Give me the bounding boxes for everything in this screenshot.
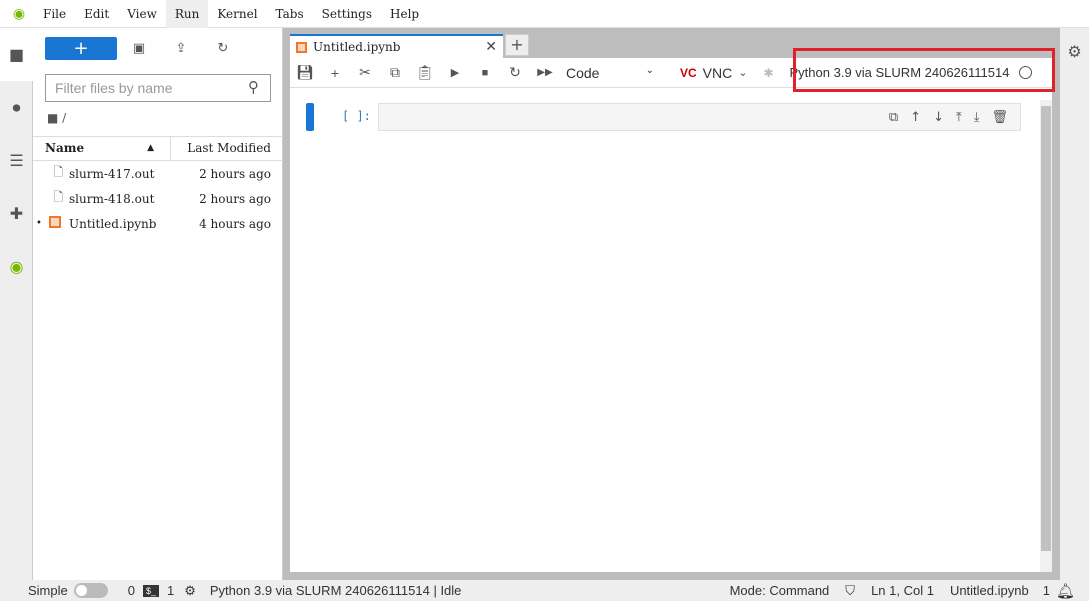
running-icon[interactable]: ⏺ bbox=[0, 81, 33, 134]
save-icon[interactable]: 💾︎ bbox=[290, 64, 320, 81]
file-icon: 🗋 bbox=[53, 165, 63, 179]
highlight-box bbox=[793, 48, 1055, 92]
paste-icon[interactable]: 📋︎ bbox=[410, 64, 440, 81]
new-launcher-button[interactable]: + bbox=[45, 37, 117, 60]
file-row[interactable]: • Untitled.ipynb 4 hours ago bbox=[33, 211, 283, 236]
chevron-down-icon: ⌄ bbox=[738, 67, 748, 79]
kernel-count[interactable]: 1 bbox=[167, 583, 174, 598]
close-icon[interactable]: ✕ bbox=[485, 39, 497, 55]
main-area: Untitled.ipynb ✕ + 💾︎ + ✂ ⧉ 📋︎ ▶ ■ ↻ ▶▶ … bbox=[283, 28, 1060, 580]
nvidia-icon[interactable]: ◉ bbox=[0, 240, 33, 293]
run-icon[interactable]: ▶ bbox=[440, 66, 470, 79]
folder-icon[interactable]: ■ bbox=[47, 111, 58, 125]
move-down-icon[interactable]: ↓ bbox=[933, 110, 944, 125]
vnc-label: VNC bbox=[702, 64, 733, 81]
file-modified: 2 hours ago bbox=[199, 166, 271, 181]
cursor-position[interactable]: Ln 1, Col 1 bbox=[871, 583, 934, 598]
vnc-button[interactable]: VC VNC ⌄ bbox=[680, 65, 747, 81]
cell-editor[interactable]: ⧉ ↑ ↓ ⤒ ⤓ 🗑︎ bbox=[378, 103, 1021, 131]
cell-type-value: Code bbox=[566, 64, 600, 81]
breadcrumb-root[interactable]: / bbox=[62, 111, 66, 125]
file-modified: 2 hours ago bbox=[199, 191, 271, 206]
file-row[interactable]: 🗋 slurm-417.out 2 hours ago bbox=[33, 161, 283, 186]
copy-icon[interactable]: ⧉ bbox=[380, 64, 410, 81]
terminal-icon: $_ bbox=[142, 584, 159, 597]
file-name: slurm-417.out bbox=[69, 166, 155, 181]
file-name: slurm-418.out bbox=[69, 191, 155, 206]
tab-title: Untitled.ipynb bbox=[313, 40, 401, 54]
menu-settings[interactable]: Settings bbox=[313, 0, 381, 28]
column-name[interactable]: Name ▲ bbox=[33, 137, 171, 160]
code-cell[interactable]: [ ]: ⧉ ↑ ↓ ⤒ ⤓ 🗑︎ bbox=[306, 103, 1021, 133]
search-icon: ⚲ bbox=[248, 78, 259, 96]
fast-forward-icon[interactable]: ▶▶ bbox=[530, 67, 560, 78]
terminal-count[interactable]: 0 bbox=[128, 583, 135, 598]
nvidia-logo-icon: ◉ bbox=[12, 5, 26, 22]
menubar: ◉ File Edit View Run Kernel Tabs Setting… bbox=[0, 0, 1089, 28]
cell-type-select[interactable]: Code ⌄ bbox=[566, 65, 654, 81]
folder-icon[interactable]: ■ bbox=[0, 28, 33, 81]
extension-icon[interactable]: ✚ bbox=[0, 187, 33, 240]
vnc-logo-icon: VC bbox=[680, 65, 697, 80]
bell-icon[interactable]: 🔔︎ bbox=[1056, 582, 1075, 600]
cut-icon[interactable]: ✂ bbox=[350, 64, 380, 81]
column-name-label: Name bbox=[45, 141, 85, 155]
menu-edit[interactable]: Edit bbox=[75, 0, 118, 28]
restart-icon[interactable]: ↻ bbox=[500, 64, 530, 81]
new-folder-icon[interactable]: ▣ bbox=[128, 38, 150, 60]
mode-indicator[interactable]: Mode: Command bbox=[730, 583, 830, 598]
duplicate-icon[interactable]: ⧉ bbox=[889, 110, 898, 125]
scrollbar-thumb[interactable] bbox=[1041, 106, 1051, 551]
file-modified: 4 hours ago bbox=[199, 216, 271, 231]
chevron-down-icon: ⌄ bbox=[645, 64, 654, 76]
cell-prompt: [ ]: bbox=[342, 109, 371, 123]
menu-file[interactable]: File bbox=[34, 0, 75, 28]
file-icon: 🗋 bbox=[53, 190, 63, 204]
notebook-icon bbox=[45, 216, 69, 231]
property-inspector-icon[interactable]: ⚙ bbox=[1060, 28, 1089, 61]
upload-icon[interactable]: ⇪ bbox=[170, 38, 192, 60]
menu-kernel[interactable]: Kernel bbox=[208, 0, 266, 28]
move-up-icon[interactable]: ↑ bbox=[910, 110, 921, 125]
file-browser: + ▣ ⇪ ↻ ⚲ ■ / Name ▲ Last Modified 🗋 slur… bbox=[33, 28, 283, 580]
trust-shield-icon: ⛉ bbox=[845, 582, 856, 598]
breadcrumb: ■ / bbox=[47, 111, 66, 125]
refresh-icon[interactable]: ↻ bbox=[212, 38, 234, 60]
menu-help[interactable]: Help bbox=[381, 0, 428, 28]
add-cell-icon[interactable]: + bbox=[320, 65, 350, 81]
debugger-icon[interactable]: ✱ bbox=[763, 66, 773, 80]
insert-above-icon[interactable]: ⤒ bbox=[956, 110, 962, 125]
notebook-icon bbox=[296, 41, 307, 53]
running-indicator: • bbox=[36, 218, 42, 229]
menu-view[interactable]: View bbox=[118, 0, 166, 28]
insert-below-icon[interactable]: ⤓ bbox=[974, 110, 980, 125]
tab-untitled-ipynb[interactable]: Untitled.ipynb ✕ bbox=[290, 34, 503, 58]
cell-active-bar bbox=[306, 103, 314, 131]
simple-mode-label: Simple bbox=[28, 583, 68, 598]
simple-mode-toggle[interactable] bbox=[73, 583, 108, 598]
file-list-header: Name ▲ Last Modified bbox=[33, 136, 283, 161]
stop-icon[interactable]: ■ bbox=[470, 67, 500, 79]
notification-count[interactable]: 1 bbox=[1043, 583, 1050, 598]
status-bar: Simple 0 $_ 1 ⚙ Python 3.9 via SLURM 240… bbox=[0, 580, 1089, 601]
filter-files-input[interactable] bbox=[45, 74, 271, 102]
file-name: Untitled.ipynb bbox=[69, 216, 157, 231]
scrollbar[interactable] bbox=[1040, 100, 1052, 572]
status-filename: Untitled.ipynb bbox=[949, 583, 1029, 598]
add-tab-button[interactable]: + bbox=[505, 34, 529, 56]
kernel-status[interactable]: Python 3.9 via SLURM 240626111514 | Idle bbox=[210, 583, 462, 598]
menu-tabs[interactable]: Tabs bbox=[267, 0, 313, 28]
cpu-icon: ⚙ bbox=[184, 582, 196, 598]
left-sidebar: ■ ⏺ ☰ ✚ ◉ bbox=[0, 28, 33, 580]
toc-icon[interactable]: ☰ bbox=[0, 134, 33, 187]
sort-asc-icon: ▲ bbox=[147, 143, 154, 153]
column-modified[interactable]: Last Modified bbox=[171, 137, 283, 160]
notebook-panel: 💾︎ + ✂ ⧉ 📋︎ ▶ ■ ↻ ▶▶ Code ⌄ VC VNC ⌄ ✱ Pyth… bbox=[290, 48, 1055, 572]
delete-icon[interactable]: 🗑︎ bbox=[991, 110, 1008, 125]
menu-run[interactable]: Run bbox=[165, 0, 209, 28]
right-sidebar: ⚙ bbox=[1060, 28, 1089, 580]
file-row[interactable]: 🗋 slurm-418.out 2 hours ago bbox=[33, 186, 283, 211]
